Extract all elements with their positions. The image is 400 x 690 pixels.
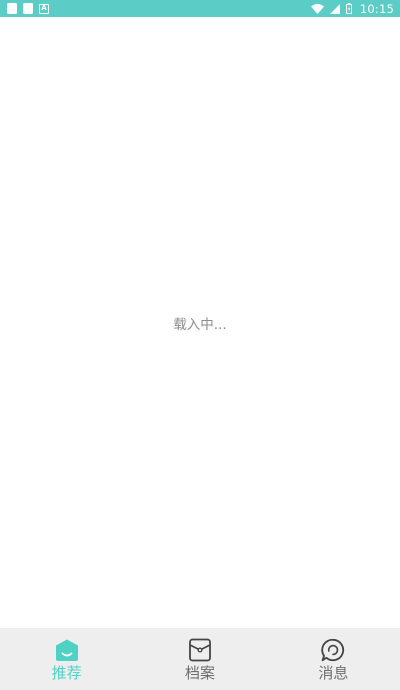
nav-tab-archive[interactable]: 档案 [133, 628, 266, 690]
battery-icon [345, 3, 352, 14]
notification-card-icon [7, 3, 17, 14]
message-bubble-icon [321, 638, 345, 662]
notification-card-icon [23, 3, 33, 14]
wifi-icon [310, 3, 324, 14]
status-system: 10:15 [310, 1, 394, 16]
nav-tab-messages[interactable]: 消息 [267, 628, 400, 690]
signal-icon [329, 3, 340, 14]
nav-tab-recommend[interactable]: 推荐 [0, 628, 133, 690]
nav-label-recommend: 推荐 [51, 664, 82, 682]
archive-icon [189, 638, 211, 662]
loading-indicator-text: 载入中... [173, 317, 227, 333]
home-smile-icon [55, 639, 78, 661]
nav-label-messages: 消息 [318, 664, 349, 682]
nav-label-archive: 档案 [184, 664, 215, 682]
status-bar: A 10:15 [0, 0, 400, 17]
status-time: 10:15 [359, 1, 394, 16]
app-screen: A 10:15 载入中... 推荐 档案 消息 [0, 0, 400, 690]
notification-a-icon: A [39, 3, 49, 14]
bottom-navigation: 推荐 档案 消息 [0, 628, 400, 690]
status-notifications: A [7, 3, 49, 14]
